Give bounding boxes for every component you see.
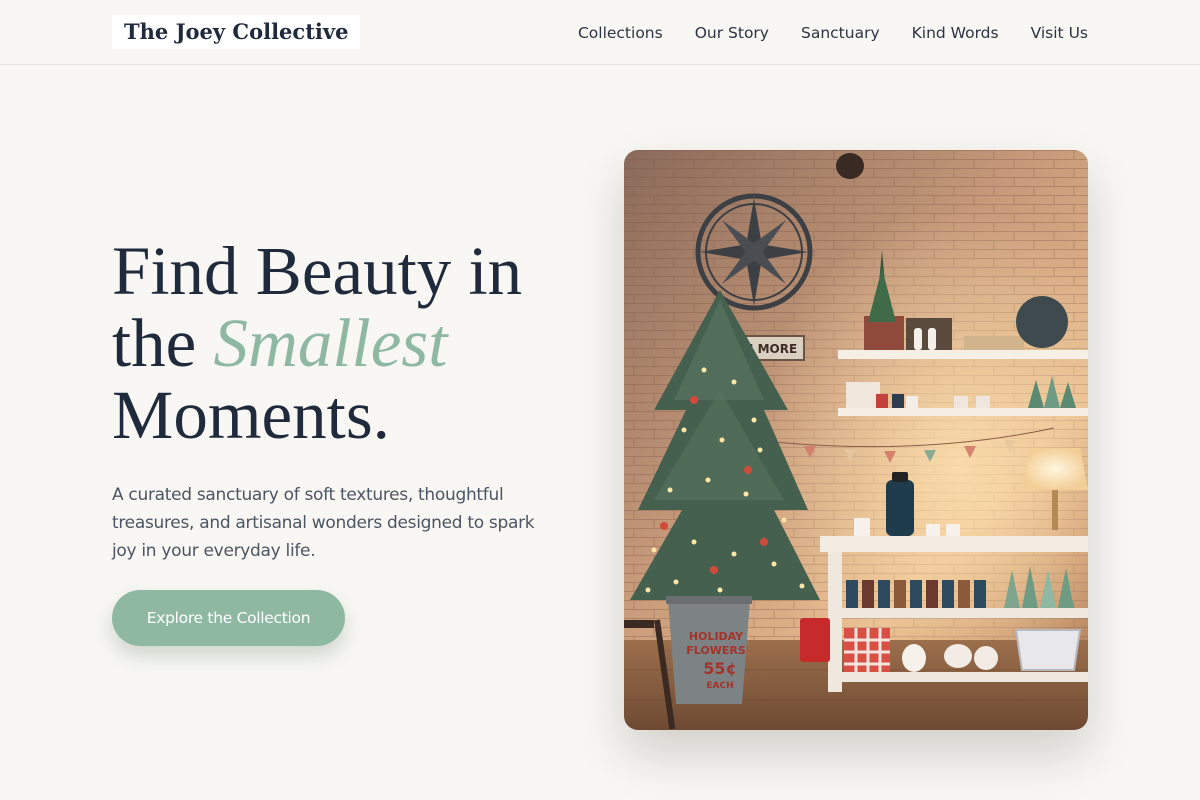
headline-accent-word: Smallest bbox=[213, 305, 448, 381]
headline-line-1: Find Beauty in bbox=[112, 233, 523, 309]
hero-headline: Find Beauty in the Smallest Moments. bbox=[112, 235, 582, 451]
upper-shelf bbox=[838, 350, 1088, 359]
main-nav: Collections Our Story Sanctuary Kind Wor… bbox=[578, 0, 1088, 64]
site-header: The Joey Collective Collections Our Stor… bbox=[0, 0, 1200, 65]
shop-interior-illustration: E YOU MORE HOLIDAY FLOWERS 55¢ EACH bbox=[624, 150, 1088, 730]
bucket-each: EACH bbox=[706, 681, 733, 691]
counter bbox=[820, 536, 1088, 552]
explore-collection-button[interactable]: Explore the Collection bbox=[112, 590, 345, 646]
bucket-text-flowers: FLOWERS bbox=[686, 644, 746, 657]
compass-wall-decor-icon bbox=[695, 193, 813, 311]
nav-link-kind-words[interactable]: Kind Words bbox=[912, 24, 999, 42]
brand-logo[interactable]: The Joey Collective bbox=[112, 15, 361, 49]
nav-link-our-story[interactable]: Our Story bbox=[695, 24, 769, 42]
nav-link-collections[interactable]: Collections bbox=[578, 24, 663, 42]
hero-tagline: A curated sanctuary of soft textures, th… bbox=[112, 485, 535, 561]
headline-line-3: Moments. bbox=[112, 377, 390, 453]
hero-photo: E YOU MORE HOLIDAY FLOWERS 55¢ EACH bbox=[624, 150, 1088, 730]
hero-copy: Find Beauty in the Smallest Moments. A c… bbox=[112, 235, 582, 565]
nav-link-visit-us[interactable]: Visit Us bbox=[1031, 24, 1088, 42]
middle-shelf bbox=[838, 408, 1088, 416]
table-lamp bbox=[1022, 448, 1088, 490]
bucket-price: 55¢ bbox=[703, 659, 736, 678]
nav-link-sanctuary[interactable]: Sanctuary bbox=[801, 24, 880, 42]
headline-the: the bbox=[112, 305, 197, 381]
bucket-text-holiday: HOLIDAY bbox=[689, 630, 744, 643]
